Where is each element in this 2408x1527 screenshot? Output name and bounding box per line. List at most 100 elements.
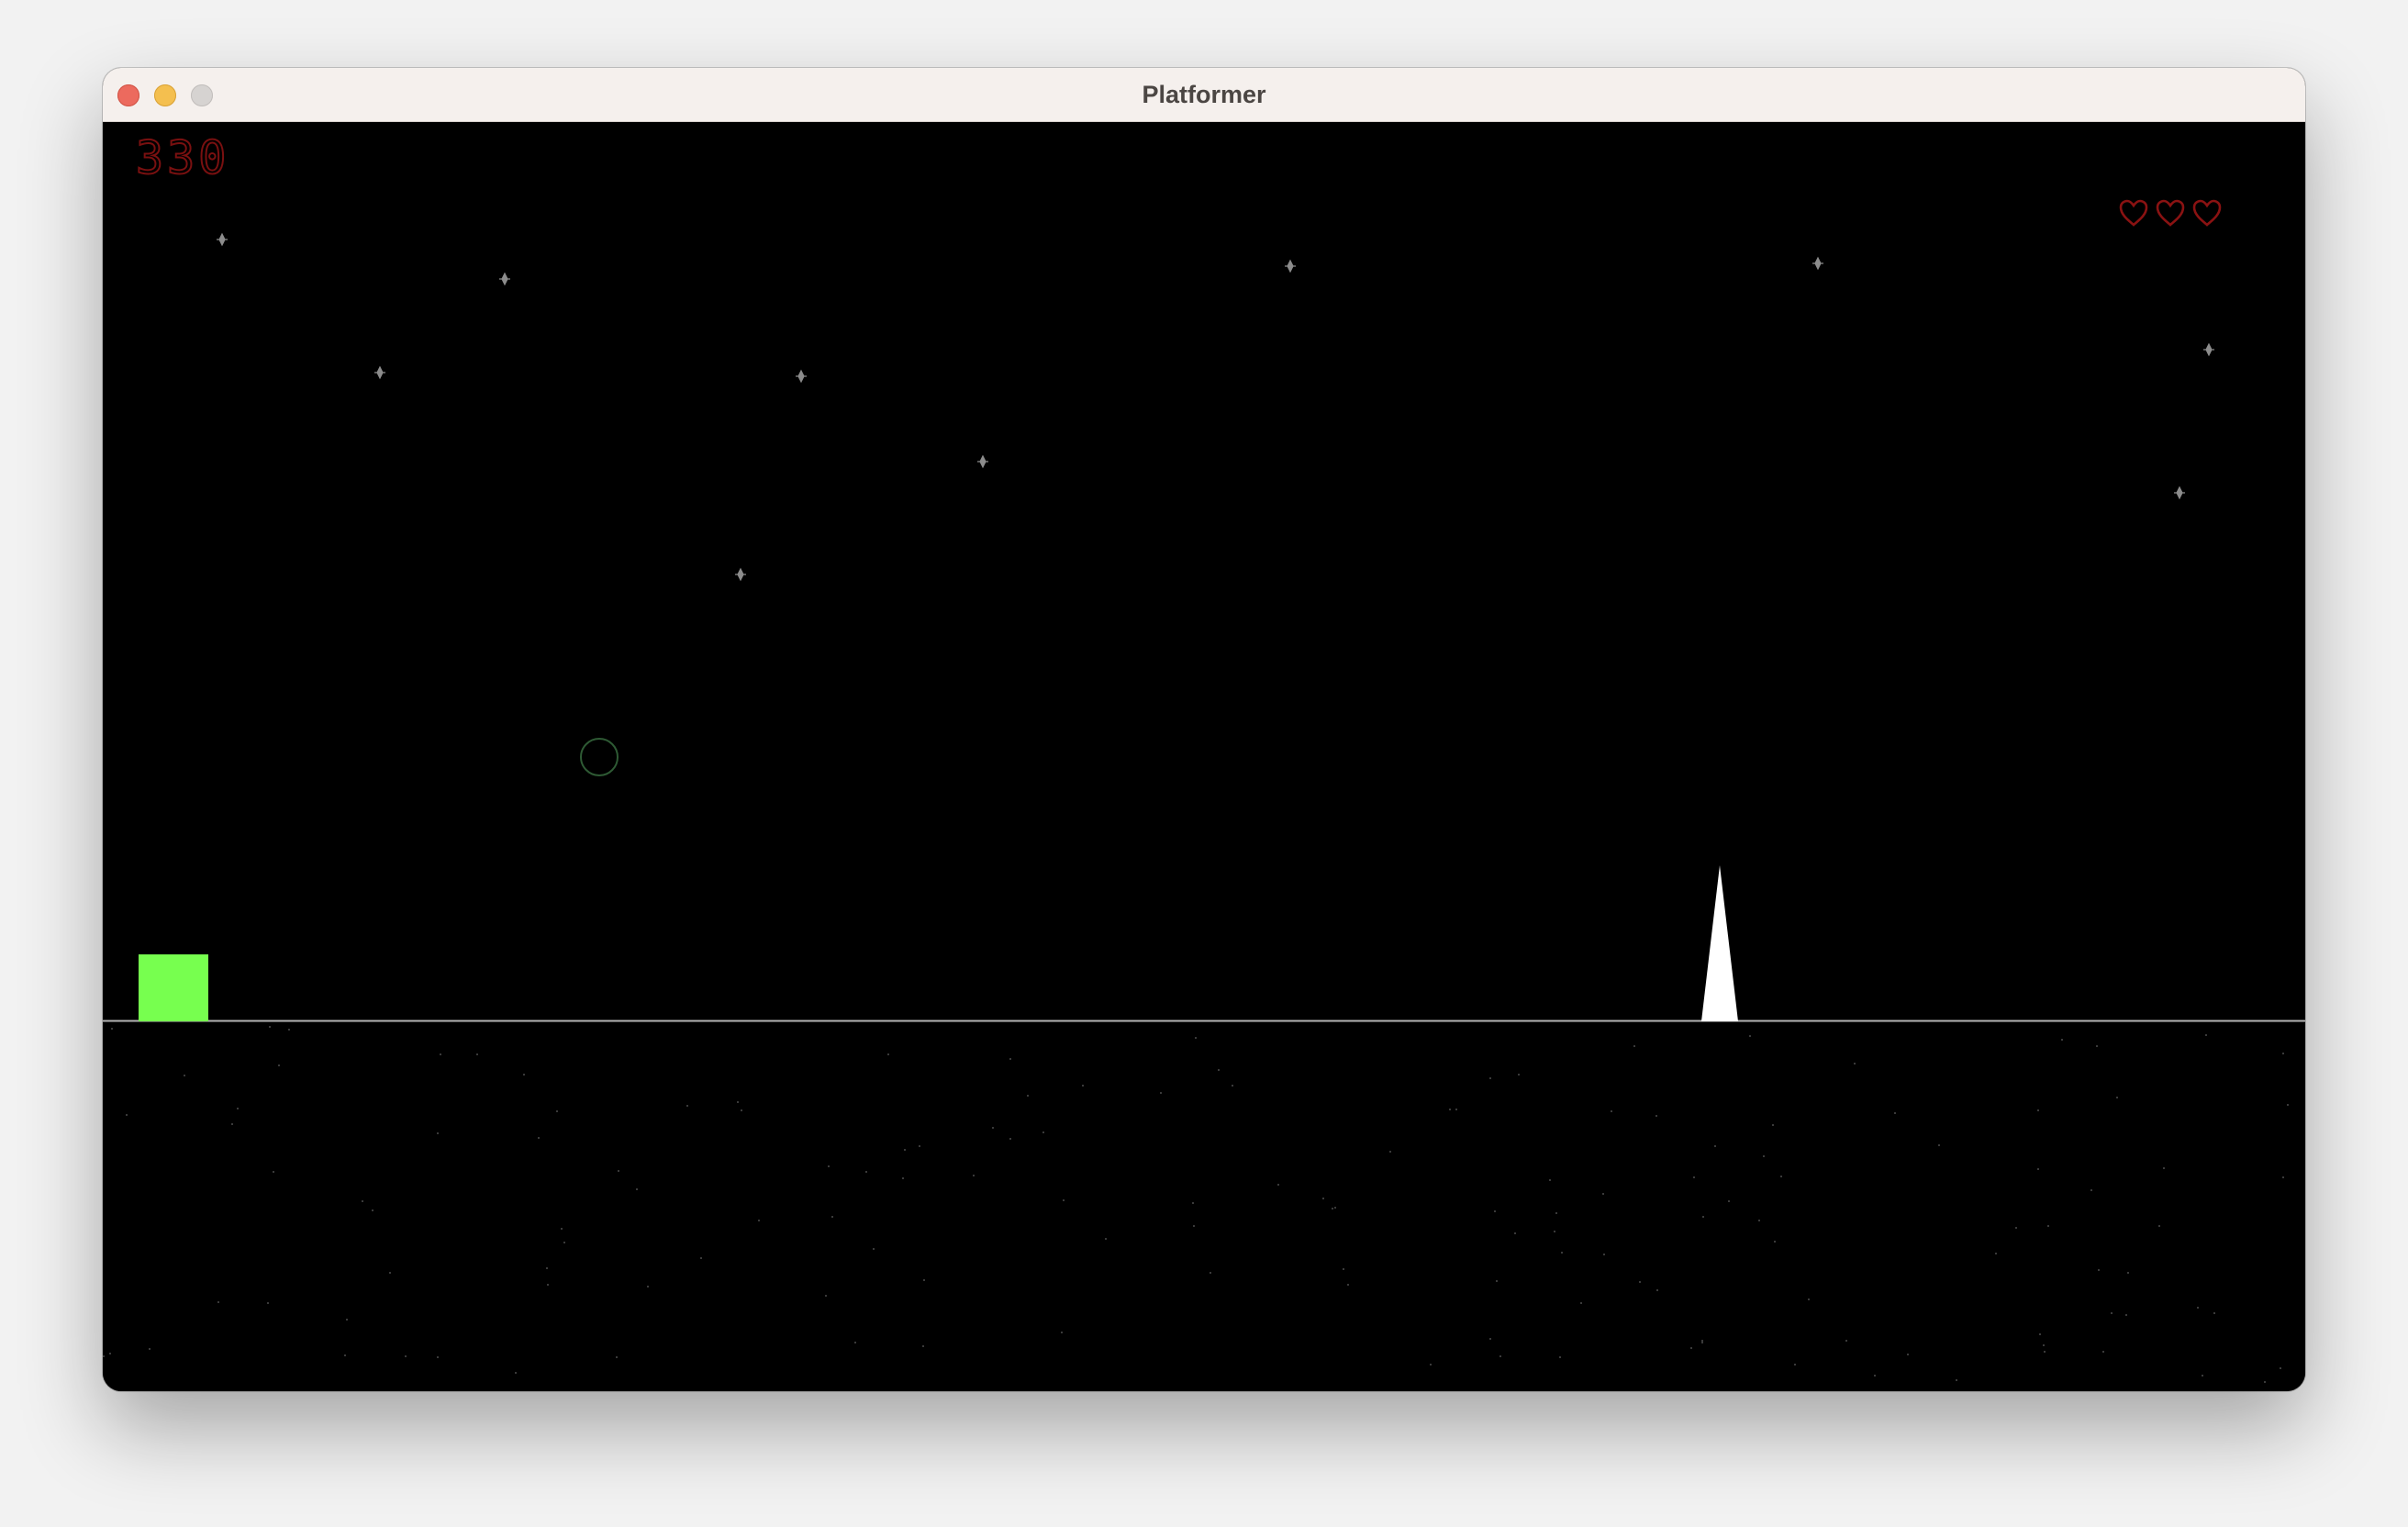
dust-speck [346, 1319, 348, 1321]
dust-speck [825, 1295, 827, 1297]
dust-speck [2205, 1034, 2207, 1036]
dust-speck [523, 1074, 525, 1076]
dust-speck [563, 1242, 565, 1243]
dust-speck [1701, 1340, 1703, 1342]
dust-speck [237, 1108, 239, 1109]
dust-speck [2111, 1312, 2113, 1314]
sparkle-star [217, 232, 228, 247]
dust-speck [1449, 1109, 1451, 1110]
dust-speck [1105, 1238, 1107, 1240]
dust-speck [1639, 1281, 1641, 1283]
dust-speck [1192, 1202, 1194, 1204]
sparkle-star [977, 454, 988, 469]
dust-speck [873, 1248, 875, 1250]
dust-speck [1690, 1347, 1692, 1349]
dust-speck [1232, 1085, 1233, 1087]
dust-speck [1772, 1124, 1774, 1126]
dust-speck [1389, 1151, 1391, 1153]
dust-speck [149, 1348, 150, 1350]
dust-speck [515, 1372, 517, 1374]
dust-speck [1489, 1338, 1491, 1340]
dust-speck [1347, 1284, 1349, 1286]
dust-speck [1455, 1109, 1457, 1110]
dust-speck [992, 1127, 994, 1129]
dust-speck [1758, 1220, 1760, 1221]
title-bar[interactable]: Platformer [103, 68, 2305, 122]
dust-speck [1332, 1208, 1333, 1209]
dust-speck [616, 1356, 618, 1358]
dust-speck [1554, 1231, 1555, 1232]
dust-speck [2039, 1333, 2041, 1335]
sparkle-star [2203, 342, 2214, 357]
dust-speck [1518, 1074, 1520, 1076]
sparkle-star [374, 365, 385, 380]
dust-speck [437, 1132, 439, 1134]
dust-speck [1633, 1045, 1635, 1047]
dust-speck [231, 1123, 233, 1125]
sparkle-star [499, 272, 510, 286]
game-scene [103, 232, 2305, 1383]
sparkle-star [1285, 259, 1296, 273]
sparkle-star [2174, 485, 2185, 500]
dust-speck [1277, 1184, 1279, 1186]
dust-speck [923, 1279, 925, 1281]
dust-speck [741, 1109, 742, 1111]
dust-speck [278, 1064, 280, 1066]
dust-speck [902, 1177, 904, 1179]
dust-speck [737, 1101, 739, 1103]
dust-speck [1656, 1115, 1657, 1117]
dust-speck [1343, 1268, 1344, 1270]
dust-speck [1218, 1069, 1220, 1071]
dust-speck [1430, 1364, 1432, 1365]
dust-speck [887, 1053, 889, 1055]
dust-speck [1160, 1092, 1162, 1094]
dust-speck [922, 1345, 924, 1347]
dust-speck [1956, 1379, 1957, 1381]
dust-speck [372, 1209, 373, 1211]
dust-speck [831, 1216, 833, 1218]
dust-speck [618, 1170, 619, 1172]
dust-speck [1728, 1200, 1730, 1202]
dust-speck [1561, 1252, 1563, 1254]
dust-speck [103, 1355, 105, 1357]
dust-speck [556, 1110, 558, 1112]
dust-speck [2015, 1227, 2017, 1229]
dust-speck [828, 1165, 830, 1167]
dust-speck [1499, 1355, 1501, 1357]
dust-speck [2163, 1167, 2165, 1169]
dust-speck [126, 1114, 128, 1116]
dust-speck [111, 1028, 113, 1030]
dust-speck [2197, 1307, 2199, 1309]
dust-speck [973, 1175, 975, 1176]
dust-speck [1009, 1138, 1011, 1140]
dust-speck [1549, 1179, 1551, 1181]
dust-speck [1559, 1356, 1561, 1358]
dust-speck [2125, 1314, 2127, 1316]
dust-speck [1794, 1364, 1796, 1365]
dust-speck [440, 1053, 441, 1055]
dust-speck [389, 1272, 391, 1274]
dust-speck [1603, 1254, 1605, 1255]
dust-speck [1009, 1058, 1011, 1060]
dust-speck [2096, 1045, 2098, 1047]
dust-speck [1602, 1193, 1604, 1195]
dust-speck [2037, 1168, 2039, 1170]
dust-speck [2102, 1351, 2104, 1353]
dust-speck [184, 1075, 185, 1076]
dust-speck [1082, 1085, 1084, 1087]
dust-speck [1874, 1375, 1876, 1377]
dust-speck [2127, 1272, 2129, 1274]
dust-speck [2061, 1039, 2063, 1041]
dust-speck [362, 1200, 363, 1202]
dust-speck [2043, 1344, 2045, 1346]
dust-speck [1938, 1144, 1940, 1146]
dust-speck [2202, 1375, 2203, 1377]
dust-speck [2116, 1097, 2118, 1098]
dust-speck [1763, 1155, 1765, 1157]
game-canvas[interactable]: 330 [103, 122, 2305, 1391]
dust-speck [1063, 1199, 1065, 1201]
dust-speck [2037, 1109, 2039, 1111]
window-title: Platformer [1142, 81, 1266, 108]
dust-speck [1774, 1241, 1776, 1243]
dust-speck [1995, 1253, 1997, 1254]
